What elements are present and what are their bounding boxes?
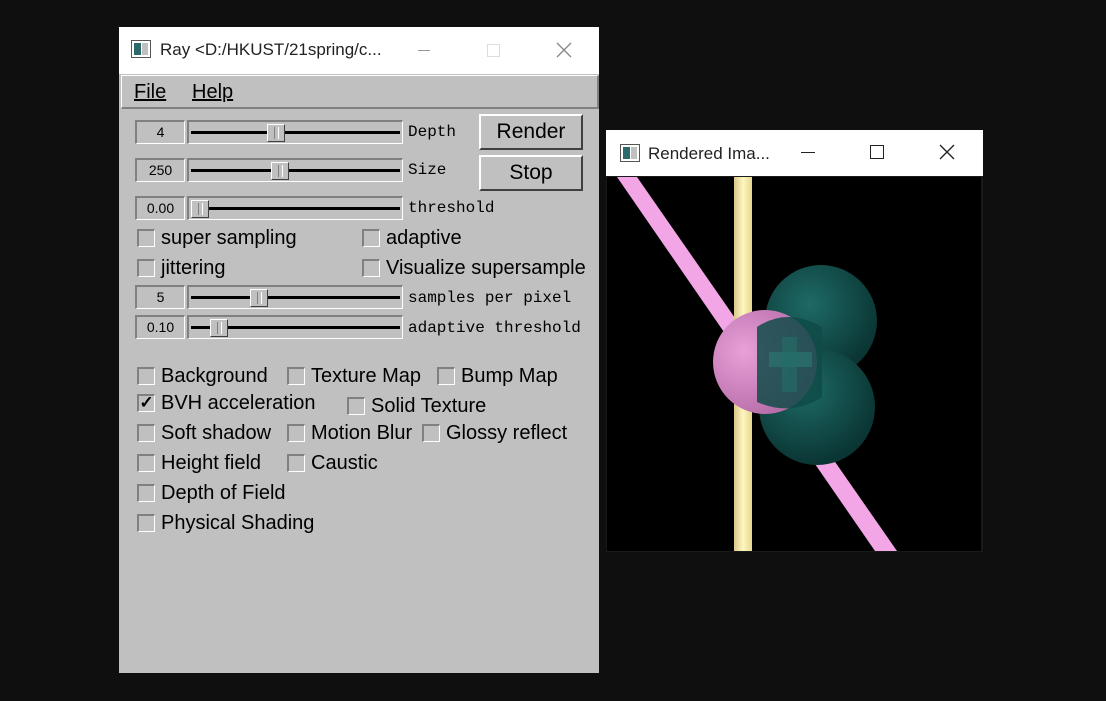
rendered-titlebar[interactable]: Rendered Ima...: [606, 130, 983, 176]
close-icon[interactable]: [541, 27, 587, 74]
checkbox-box[interactable]: [437, 367, 455, 385]
checkbox-box[interactable]: [362, 229, 380, 247]
checkbox-box[interactable]: ✓: [137, 394, 155, 412]
rendered-scene: [607, 177, 981, 551]
app-icon: [131, 40, 151, 58]
motion-blur-label: Motion Blur: [311, 422, 413, 444]
checkbox-box[interactable]: [137, 424, 155, 442]
depth-label: Depth: [408, 123, 457, 141]
checkbox-box[interactable]: [362, 259, 380, 277]
bvh-acceleration-label: BVH acceleration: [161, 392, 316, 414]
adaptive-threshold-value-field[interactable]: 0.10: [135, 315, 185, 339]
render-button[interactable]: Render: [479, 114, 583, 150]
checkbox-box[interactable]: [347, 397, 365, 415]
threshold-value-field[interactable]: 0.00: [135, 196, 185, 220]
samples-slider[interactable]: [187, 285, 403, 309]
checkbox-box[interactable]: [287, 454, 305, 472]
threshold-label: threshold: [408, 199, 495, 217]
menu-help[interactable]: Help: [192, 81, 233, 104]
depth-of-field-label: Depth of Field: [161, 482, 286, 504]
slider-track: [191, 296, 400, 299]
ray-window-title: Ray <D:/HKUST/21spring/c...: [160, 40, 382, 59]
slider-track: [191, 207, 400, 210]
bump-map-label: Bump Map: [461, 365, 558, 387]
adaptive-threshold-slider[interactable]: [187, 315, 403, 339]
close-icon[interactable]: [924, 130, 970, 177]
maximize-icon[interactable]: [854, 130, 900, 177]
super-sampling-label: super sampling: [161, 227, 297, 249]
size-slider[interactable]: [187, 158, 403, 182]
rendered-image-window: Rendered Ima...: [606, 130, 983, 552]
menu-file-label: File: [134, 81, 167, 103]
glossy-reflect-label: Glossy reflect: [446, 422, 568, 444]
checkbox-box[interactable]: [287, 424, 305, 442]
checkbox-box[interactable]: [137, 514, 155, 532]
checkbox-box[interactable]: [137, 484, 155, 502]
checkbox-box[interactable]: [287, 367, 305, 385]
adaptive-label: adaptive: [386, 227, 462, 249]
adaptive-threshold-label: adaptive threshold: [408, 319, 581, 337]
menu-file[interactable]: File: [134, 81, 166, 104]
minimize-icon[interactable]: [401, 27, 447, 74]
checkbox-box[interactable]: [137, 454, 155, 472]
samples-label: samples per pixel: [408, 289, 572, 307]
solid-texture-label: Solid Texture: [371, 395, 487, 417]
depth-value-field[interactable]: 4: [135, 120, 185, 144]
size-label: Size: [408, 161, 447, 179]
checkbox-box[interactable]: [137, 229, 155, 247]
caustic-label: Caustic: [311, 452, 378, 474]
jittering-label: jittering: [161, 257, 226, 279]
ray-window: Ray <D:/HKUST/21spring/c... File Help 4 …: [119, 27, 599, 673]
minimize-icon[interactable]: [784, 130, 830, 177]
background-label: Background: [161, 365, 268, 387]
slider-thumb[interactable]: [210, 319, 229, 337]
slider-thumb[interactable]: [250, 289, 269, 307]
soft-shadow-label: Soft shadow: [161, 422, 272, 444]
slider-track: [191, 131, 400, 134]
threshold-slider[interactable]: [187, 196, 403, 220]
texture-map-label: Texture Map: [311, 365, 422, 387]
slider-thumb[interactable]: [267, 124, 286, 142]
app-icon: [620, 144, 640, 162]
checkbox-box[interactable]: [422, 424, 440, 442]
maximize-icon[interactable]: [470, 27, 516, 74]
physical-shading-label: Physical Shading: [161, 512, 315, 534]
slider-thumb[interactable]: [271, 162, 290, 180]
rendered-image-canvas: [607, 177, 981, 551]
visualize-supersample-label: Visualize supersample: [386, 257, 586, 279]
menu-help-label: Help: [192, 81, 234, 103]
slider-thumb[interactable]: [191, 200, 209, 218]
stop-button[interactable]: Stop: [479, 155, 583, 191]
reflection-highlight: [782, 337, 797, 392]
height-field-label: Height field: [161, 452, 262, 474]
menu-bar: File Help: [121, 75, 599, 109]
depth-slider[interactable]: [187, 120, 403, 144]
checkbox-box[interactable]: [137, 367, 155, 385]
slider-track: [191, 169, 400, 172]
samples-value-field[interactable]: 5: [135, 285, 185, 309]
render-button-label: Render: [496, 120, 566, 143]
checkbox-box[interactable]: [137, 259, 155, 277]
stop-button-label: Stop: [509, 161, 553, 184]
rendered-window-title: Rendered Ima...: [648, 144, 770, 163]
ray-titlebar[interactable]: Ray <D:/HKUST/21spring/c...: [119, 27, 599, 74]
size-value-field[interactable]: 250: [135, 158, 185, 182]
